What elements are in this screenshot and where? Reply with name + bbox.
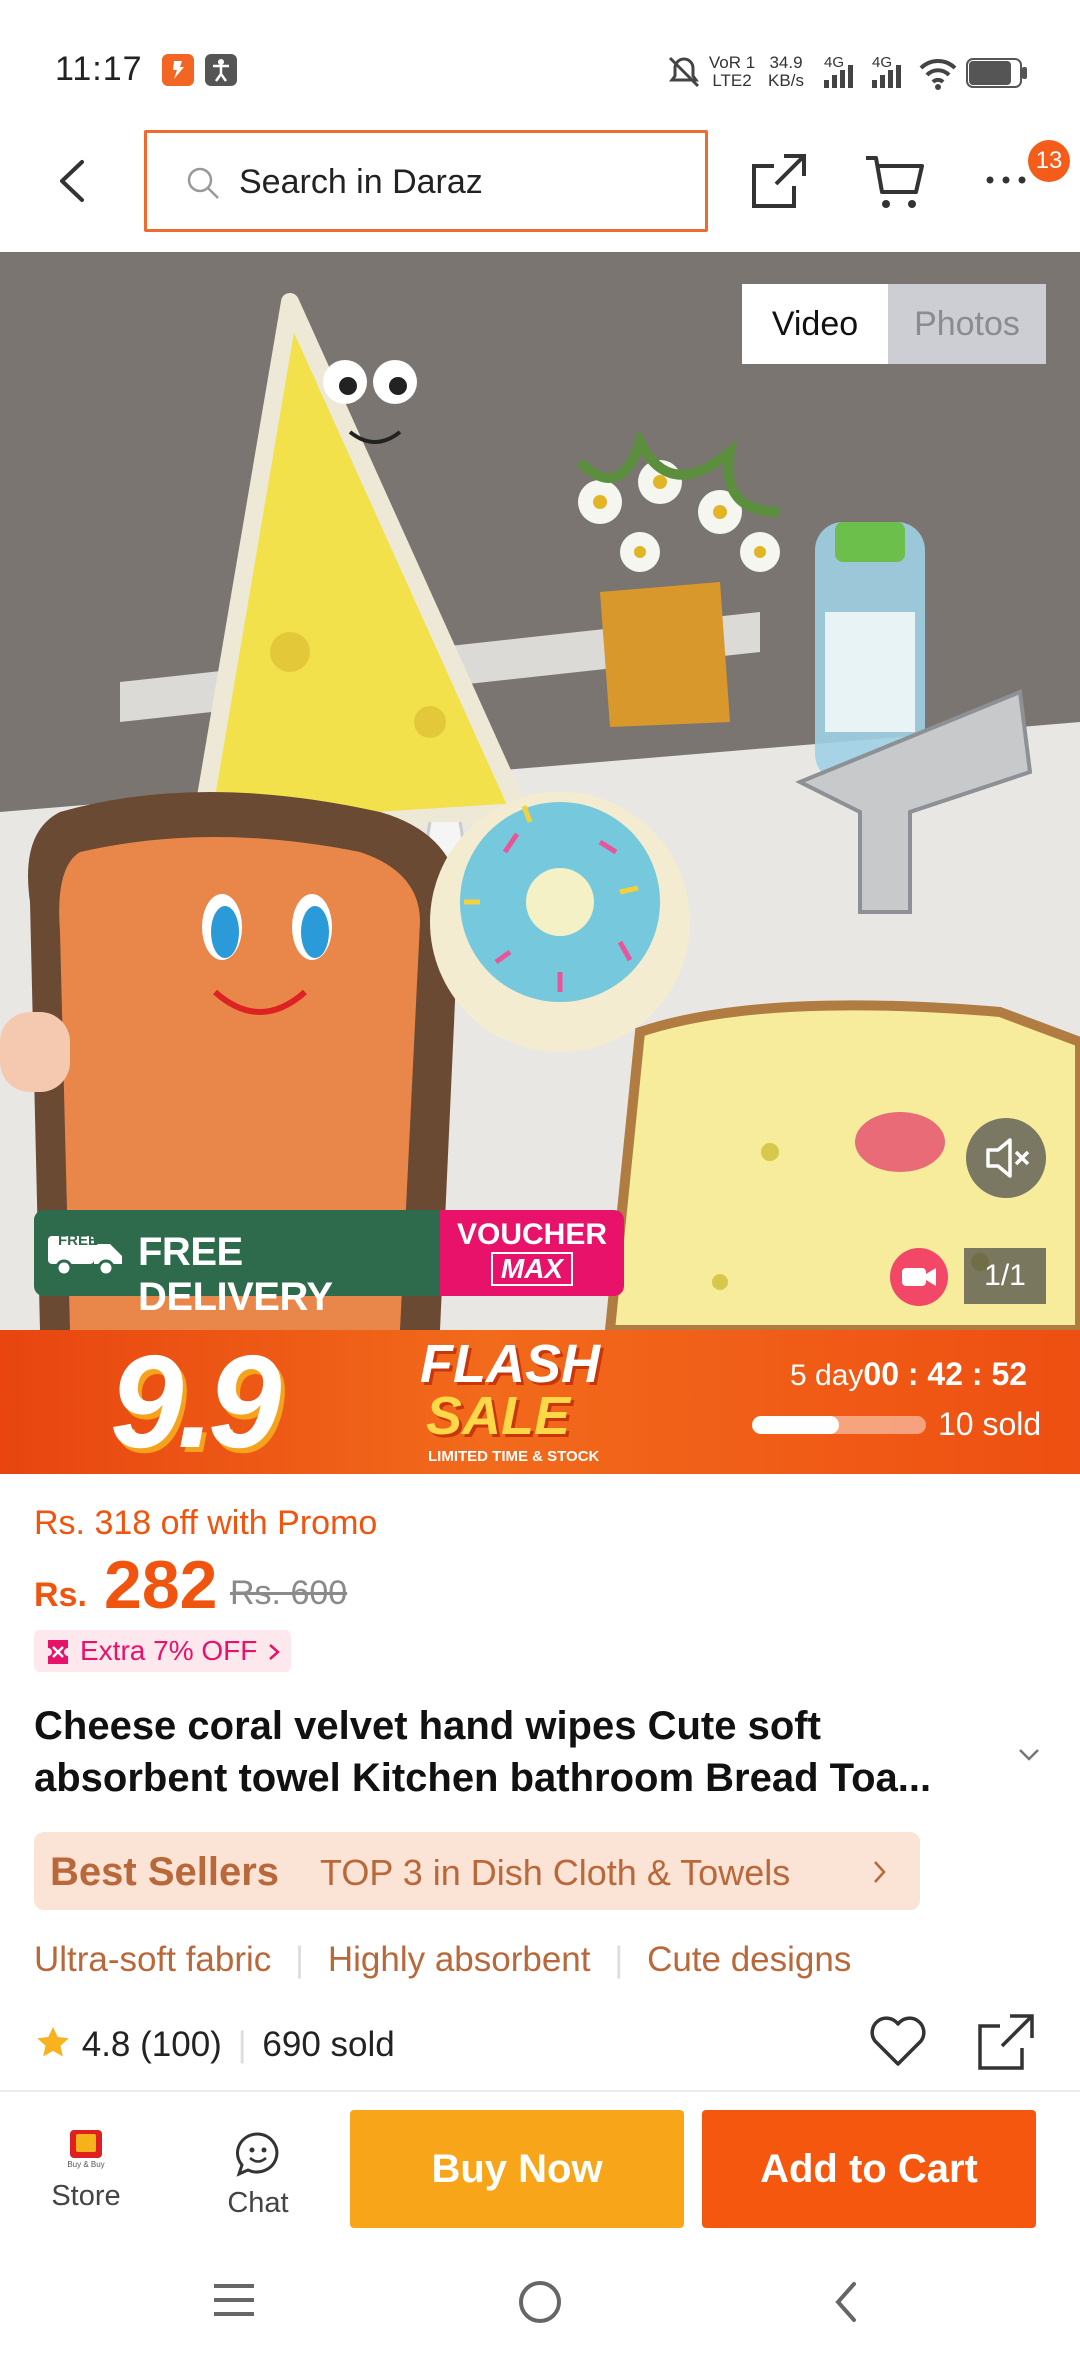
battery-icon [966,58,1028,93]
extra-offer-chip[interactable]: Extra 7% OFF [34,1630,292,1672]
mute-video-button[interactable] [966,1118,1046,1198]
recents-button[interactable] [210,2278,258,2327]
chevron-right-icon [874,1861,886,1883]
feature-divider: | [295,1940,305,1979]
promo-text: Rs. 318 off with Promo [34,1504,378,1542]
flash-sale-subtitle: LIMITED TIME & STOCK [428,1448,600,1465]
rating-divider: | [237,2025,247,2064]
sold-count: 690 sold [262,2025,395,2064]
share-button[interactable] [748,150,810,217]
rating-row[interactable]: 4.8 (100) | 690 sold [34,2024,395,2065]
voucher-max-label: MAX [490,1252,574,1286]
share-icon [978,2014,1034,2070]
chat-label: Chat [227,2187,289,2219]
best-sellers-label: Best Sellers [50,1850,280,1894]
expand-title-button[interactable] [1014,1740,1044,1775]
rating-score: 4.8 [81,2025,131,2064]
chevron-down-icon [1019,1749,1039,1761]
cart-icon [866,156,924,208]
price-current: 282 [104,1547,218,1623]
feature-tags: Ultra-soft fabric | Highly absorbent | C… [34,1940,851,1980]
status-bar: 11:17 VoR 1 LTE2 34.9 KB/s 4G 4G [0,0,1080,128]
add-to-cart-button[interactable]: Add to Cart [702,2110,1036,2228]
search-icon [187,167,219,199]
video-camera-icon [890,1248,948,1306]
chevron-right-icon [269,1644,281,1660]
system-back-button[interactable] [826,2278,866,2331]
chat-icon [236,2132,279,2177]
chat-button[interactable]: Chat [206,2130,310,2230]
home-button[interactable] [516,2278,564,2331]
star-icon [37,2027,69,2057]
price-original: Rs. 600 [230,1574,348,1612]
buy-now-button[interactable]: Buy Now [350,2110,684,2228]
feature-tag: Highly absorbent [327,1940,591,1979]
network-speed: 34.9 KB/s [768,53,804,90]
back-button[interactable] [52,156,92,211]
product-media-viewer[interactable] [0,252,1080,1330]
signal-sim2-icon: 4G [868,54,912,90]
voucher-max-badge: VOUCHER MAX [440,1210,624,1296]
wishlist-button[interactable] [866,2010,930,2079]
more-options-button[interactable] [982,164,1032,199]
best-sellers-rank: TOP 3 in Dish Cloth & Towels [320,1852,791,1893]
signal-sim1-icon: 4G [820,54,864,90]
best-sellers-banner[interactable]: Best Sellers TOP 3 in Dish Cloth & Towel… [34,1832,920,1910]
countdown-timer: 5 day00 : 42 : 52 [790,1356,1027,1393]
countdown-time: 00 : 42 : 52 [863,1356,1028,1392]
store-button[interactable]: Buy & Buy Store [34,2128,138,2228]
home-circle-icon [519,2281,561,2323]
countdown-days: 5 day [790,1359,864,1392]
store-label: Store [51,2180,121,2212]
cart-badge: 13 [1028,140,1070,182]
free-delivery-badge: FREE FREE DELIVERY [34,1210,440,1319]
product-title: Cheese coral velvet hand wipes Cute soft… [34,1704,932,1800]
rating-count: (100) [140,2025,222,2064]
flash-sale-title: FLASH SALE [420,1334,600,1446]
more-icon [986,176,1026,184]
event-9-9-label: 9.9 [110,1330,281,1474]
media-counter: 1/1 [964,1248,1046,1304]
price-currency: Rs. [34,1576,87,1614]
accessibility-icon [205,54,237,86]
status-time: 11:17 [55,50,143,88]
share-icon [752,154,806,208]
wifi-icon [918,56,958,95]
tab-photos[interactable]: Photos [888,284,1046,364]
voucher-icon [48,1640,68,1664]
voucher-label: VOUCHER [456,1218,607,1251]
free-delivery-label: FREE DELIVERY [138,1230,333,1319]
tab-video[interactable]: Video [742,284,888,364]
feature-tag: Cute designs [647,1940,852,1979]
mute-icon [666,54,702,95]
heart-icon [870,2016,926,2066]
share-product-button[interactable] [974,2010,1038,2079]
menu-icon [214,2284,254,2316]
free-delivery-mini-label: FREE [58,1232,99,1249]
flash-sold-count: 10 sold [938,1406,1042,1442]
app-notification-icon [162,54,194,86]
sold-progress-fill [752,1416,839,1434]
feature-tag: Ultra-soft fabric [34,1940,272,1979]
speaker-muted-icon [986,1138,1030,1178]
volte-indicator: VoR 1 LTE2 [708,53,756,90]
sold-progress-bar [752,1416,926,1434]
flash-sale-banner[interactable]: 9.9 FLASH SALE LIMITED TIME & STOCK 5 da… [0,1330,1080,1474]
extra-offer-label: Extra 7% OFF [80,1635,258,1666]
cart-button[interactable] [862,150,928,219]
search-placeholder: Search in Daraz [239,163,483,201]
store-logo-icon: Buy & Buy [66,2128,106,2174]
search-bar[interactable]: Search in Daraz [144,130,708,232]
back-arrow-icon [835,2282,856,2322]
product-video-frame [0,252,1080,1330]
feature-divider: | [614,1940,624,1979]
